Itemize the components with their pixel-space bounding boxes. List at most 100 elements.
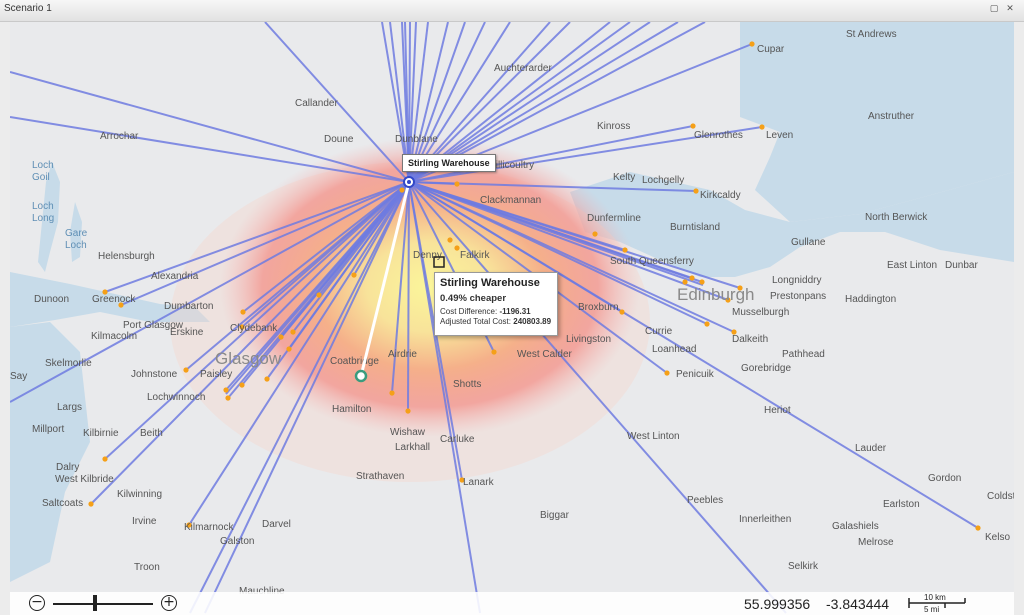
place-label: Haddington — [845, 294, 896, 305]
store-marker[interactable] — [240, 309, 246, 315]
place-label: Erskine — [170, 327, 204, 338]
route-line — [407, 181, 410, 412]
store-marker[interactable] — [316, 292, 322, 298]
place-label: Kelso — [985, 532, 1010, 543]
store-marker[interactable] — [704, 321, 710, 327]
store-marker[interactable] — [183, 367, 189, 373]
store-marker[interactable] — [88, 501, 94, 507]
place-label: Dunblane — [395, 134, 438, 145]
scale-bar: 10 km 5 mi — [907, 593, 967, 614]
store-marker[interactable] — [619, 309, 625, 315]
place-label: Pathhead — [782, 349, 825, 360]
place-label: Kilmarnock — [184, 522, 234, 533]
store-marker[interactable] — [664, 370, 670, 376]
place-label: Currie — [645, 326, 673, 337]
candidate-site-marker[interactable] — [354, 369, 368, 383]
store-marker[interactable] — [622, 247, 628, 253]
zoom-in-button[interactable]: + — [161, 595, 177, 611]
store-marker[interactable] — [749, 41, 755, 47]
place-label: Heriot — [764, 405, 791, 416]
place-label: Larkhall — [395, 442, 430, 453]
place-label: Dunfermline — [587, 213, 641, 224]
zoom-out-button[interactable]: − — [29, 595, 45, 611]
store-marker[interactable] — [405, 408, 411, 414]
store-marker[interactable] — [689, 275, 695, 281]
adjusted-total-cost-label: Adjusted Total Cost: — [440, 317, 512, 326]
place-label: Livingston — [566, 334, 611, 345]
place-label: Longniddry — [772, 275, 821, 286]
place-label: Lauder — [855, 443, 887, 454]
place-label: Broxburn — [578, 302, 619, 313]
store-marker[interactable] — [454, 181, 460, 187]
place-label: Alexandria — [151, 271, 199, 282]
place-label: South Queensferry — [610, 256, 694, 267]
store-marker[interactable] — [693, 188, 699, 194]
place-label: Dunoon — [34, 294, 69, 305]
place-label: Kilwinning — [117, 489, 162, 500]
place-label: Lanark — [463, 477, 495, 488]
close-icon[interactable]: ✕ — [1004, 3, 1016, 15]
store-marker[interactable] — [699, 279, 705, 285]
place-label: Doune — [324, 134, 354, 145]
place-label: West Kilbride — [55, 474, 114, 485]
store-marker[interactable] — [225, 395, 231, 401]
place-label: Helensburgh — [98, 251, 155, 262]
store-marker[interactable] — [223, 387, 229, 393]
store-marker[interactable] — [759, 124, 765, 130]
cost-difference-value: -1196.31 — [499, 307, 531, 316]
place-label: Irvine — [132, 516, 157, 527]
store-marker[interactable] — [399, 187, 405, 193]
place-label: Gorebridge — [741, 363, 791, 374]
place-label: Biggar — [540, 510, 570, 521]
store-marker[interactable] — [592, 231, 598, 237]
zoom-slider-thumb[interactable] — [93, 595, 97, 611]
place-label: Kelty — [613, 172, 635, 183]
place-label: Anstruther — [868, 111, 915, 122]
place-label: Gordon — [928, 473, 961, 484]
store-marker[interactable] — [102, 456, 108, 462]
store-marker[interactable] — [351, 272, 357, 278]
place-label: St Andrews — [846, 29, 897, 40]
adjusted-total-cost-value: 240803.89 — [513, 317, 552, 326]
store-marker[interactable] — [264, 376, 270, 382]
place-label: North Berwick — [865, 212, 928, 223]
place-label: East Linton — [887, 260, 937, 271]
store-marker[interactable] — [682, 279, 688, 285]
place-label: Carluke — [440, 434, 475, 445]
store-marker[interactable] — [491, 349, 497, 355]
store-marker[interactable] — [290, 329, 296, 335]
place-label: Troon — [134, 562, 160, 573]
store-marker[interactable] — [239, 382, 245, 388]
cost-difference-row: Cost Difference: -1196.31 — [440, 307, 552, 316]
place-label: Musselburgh — [732, 307, 789, 318]
place-label: Galashiels — [832, 521, 879, 532]
store-marker[interactable] — [278, 334, 284, 340]
place-label: Dumbarton — [164, 301, 213, 312]
map-view[interactable]: St Andrews Cupar Auchterarder Callander Kinr… — [10, 22, 1014, 615]
restore-icon[interactable]: ▢ — [988, 3, 1000, 15]
latitude-readout: 55.999356 — [744, 596, 811, 612]
warehouse-label[interactable]: Stirling Warehouse — [402, 154, 496, 172]
store-marker[interactable] — [447, 237, 453, 243]
store-marker[interactable] — [690, 123, 696, 129]
place-label: Arrochar — [100, 131, 139, 142]
water-label: Gare Loch — [65, 228, 88, 251]
place-label: Saltcoats — [42, 498, 83, 509]
place-label: Callander — [295, 98, 338, 109]
place-label: Greenock — [92, 294, 136, 305]
zoom-slider[interactable] — [53, 603, 153, 605]
store-marker[interactable] — [286, 346, 292, 352]
place-label: Coatbridge — [330, 356, 379, 367]
place-label: Lochgelly — [642, 175, 684, 186]
longitude-readout: -3.843444 — [826, 596, 890, 612]
place-label: Galston — [220, 536, 254, 547]
place-label: Kilmacolm — [91, 331, 137, 342]
place-label: Melrose — [858, 537, 894, 548]
store-marker[interactable] — [389, 390, 395, 396]
tooltip-title: Stirling Warehouse — [440, 277, 540, 289]
store-marker[interactable] — [975, 525, 981, 531]
water-label: Loch Long — [32, 201, 54, 224]
store-marker[interactable] — [454, 245, 460, 251]
adjusted-total-cost-row: Adjusted Total Cost: 240803.89 — [440, 317, 552, 326]
place-label: Johnstone — [131, 369, 178, 380]
